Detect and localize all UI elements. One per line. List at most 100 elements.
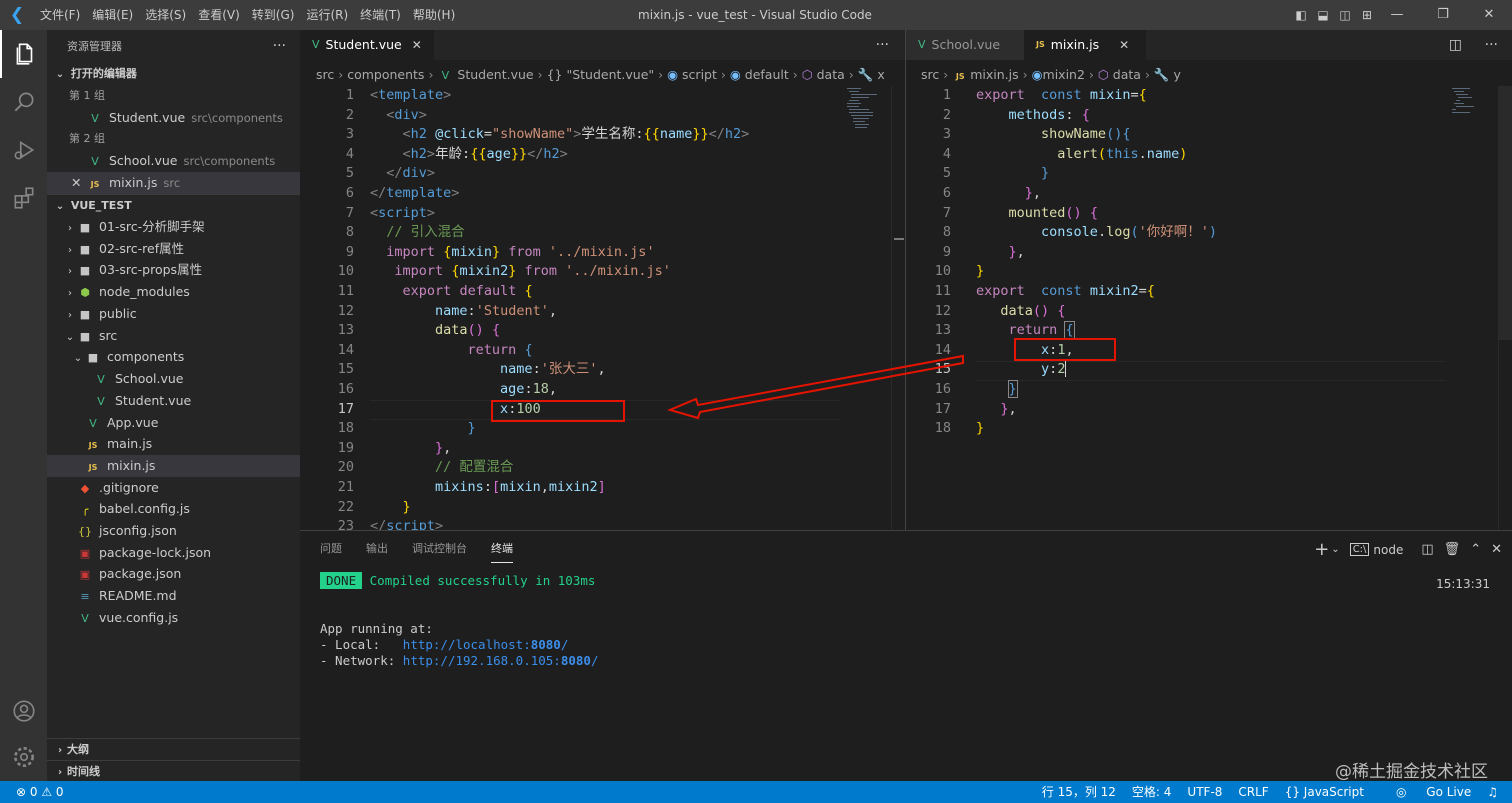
close-window-button[interactable]: ✕ [1466,0,1512,30]
breadcrumb-item[interactable]: mixin2 [1043,67,1085,82]
menu-terminal[interactable]: 终端(T) [354,0,407,30]
split-editor-icon[interactable]: ◫ [1449,30,1462,60]
menu-help[interactable]: 帮助(H) [407,0,461,30]
breadcrumb-item[interactable]: script [682,67,717,82]
right-code-area[interactable]: 1 export const mixin={ 2 methods: { 3 sho… [906,86,1446,530]
minimize-button[interactable]: — [1374,0,1420,30]
breadcrumb-item[interactable]: {} "Student.vue" [547,67,655,82]
tab-problems[interactable]: 问题 [320,539,342,563]
go-live-button[interactable]: ◎ Go Live [1380,781,1471,803]
tree-item-file[interactable]: V Student.vue [47,390,300,412]
tree-item-file[interactable]: ▣ package.json [47,563,300,585]
explorer-icon[interactable] [0,30,47,78]
tree-item-label: node_modules [99,284,190,299]
problems-status[interactable]: ⊗ 0 ⚠ 0 [16,781,64,803]
tree-item-file[interactable]: {} jsconfig.json [47,520,300,542]
tree-item-file[interactable]: ◆ .gitignore [47,477,300,499]
tree-item-folder-open[interactable]: ⌄ ■ components [47,346,300,368]
tree-item-file[interactable]: ╭ babel.config.js [47,498,300,520]
toggle-secondary-sidebar-icon[interactable]: ◫ [1334,8,1356,22]
menu-selection[interactable]: 选择(S) [139,0,192,30]
menu-go[interactable]: 转到(G) [246,0,301,30]
tree-item-folder[interactable]: › ⬢ node_modules [47,281,300,303]
account-icon[interactable] [0,687,47,735]
split-terminal-icon[interactable]: ◫ [1421,542,1433,557]
restore-button[interactable]: ❐ [1420,0,1466,30]
menu-run[interactable]: 运行(R) [300,0,354,30]
right-minimap[interactable] [1450,86,1496,146]
breadcrumb-item[interactable]: Student.vue [457,67,533,82]
breadcrumb-item[interactable]: components [347,67,424,82]
settings-gear-icon[interactable] [0,733,47,781]
close-tab-icon[interactable]: ✕ [412,30,422,60]
left-code-area[interactable]: 1 <template> 2 <div> 3 <h2 @click="showNa… [300,86,840,530]
line-ending[interactable]: CRLF [1238,781,1268,803]
terminal-output[interactable]: DONE Compiled successfully in 103ms App … [320,572,599,669]
more-actions-icon[interactable]: ··· [273,30,286,63]
breadcrumb-item[interactable]: mixin.js [970,67,1018,82]
menu-edit[interactable]: 编辑(E) [86,0,139,30]
breadcrumb-item[interactable]: src [316,67,334,82]
open-editor-mixin[interactable]: ✕ JS mixin.js src [47,172,300,194]
tree-item-file[interactable]: JS main.js [47,433,300,455]
more-actions-icon[interactable]: ··· [1485,30,1498,60]
toggle-panel-icon[interactable]: ⬓ [1312,8,1334,22]
cursor-position[interactable]: 行 15，列 12 [1042,781,1116,803]
tree-item-folder[interactable]: › ■ 01-src-分析脚手架 [47,216,300,238]
tree-item-folder[interactable]: › ■ public [47,303,300,325]
right-scrollbar[interactable] [1498,86,1512,530]
breadcrumb-item[interactable]: x [877,67,884,82]
encoding[interactable]: UTF-8 [1187,781,1222,803]
open-editor-school[interactable]: V School.vue src\components [47,150,300,172]
project-section[interactable]: ⌄ VUE_TEST [47,194,300,216]
menu-view[interactable]: 查看(V) [192,0,246,30]
tree-item-file[interactable]: ▣ package-lock.json [47,542,300,564]
left-scrollbar[interactable] [891,86,905,530]
local-url[interactable]: http://localhost:8080/ [403,637,569,652]
left-minimap[interactable] [845,86,891,146]
toggle-sidebar-icon[interactable]: ◧ [1290,8,1312,22]
outline-section[interactable]: › 大纲 [47,738,300,760]
terminal-name[interactable]: node [1373,543,1403,557]
maximize-panel-icon[interactable]: ⌃ [1470,542,1481,557]
tree-item-file-selected[interactable]: JS mixin.js [47,455,300,477]
tab-student-vue[interactable]: V Student.vue ✕ [300,30,434,60]
chevron-down-icon[interactable]: ⌄ [1331,544,1339,555]
tree-item-file[interactable]: Vvue.config.js [47,607,300,629]
breadcrumb-item[interactable]: data [1113,67,1141,82]
run-debug-icon[interactable] [0,126,47,174]
trash-icon[interactable]: 🗑 [1444,542,1461,557]
search-icon[interactable] [0,78,47,126]
menu-file[interactable]: 文件(F) [34,0,86,30]
tree-item-folder[interactable]: › ■ 02-src-ref属性 [47,238,300,260]
tab-school-vue[interactable]: V School.vue [906,30,1024,60]
more-actions-icon[interactable]: ··· [876,30,889,60]
tree-item-file[interactable]: V App.vue [47,412,300,434]
timeline-section[interactable]: › 时间线 [47,760,300,782]
tab-mixin-js[interactable]: JS mixin.js ✕ [1024,30,1146,60]
open-editor-student[interactable]: V Student.vue src\components [47,107,300,129]
tab-output[interactable]: 输出 [366,539,388,563]
close-panel-icon[interactable]: ✕ [1491,542,1502,557]
scroll-thumb[interactable] [1499,86,1512,340]
breadcrumb-item[interactable]: src [921,67,939,82]
tab-terminal[interactable]: 终端 [491,539,513,563]
open-editors-section[interactable]: ⌄ 打开的编辑器 [47,63,300,85]
network-url[interactable]: http://192.168.0.105:8080/ [403,653,599,668]
breadcrumb-item[interactable]: default [745,67,789,82]
extensions-icon[interactable] [0,174,47,222]
notifications-bell-icon[interactable]: ♫ [1487,781,1498,803]
close-editor-icon[interactable]: ✕ [71,172,87,194]
tree-item-folder-open[interactable]: ⌄ ■ src [47,325,300,347]
breadcrumb-item[interactable]: y [1173,67,1180,82]
tree-item-folder[interactable]: › ■ 03-src-props属性 [47,259,300,281]
tree-item-file[interactable]: ≡ README.md [47,585,300,607]
breadcrumb-item[interactable]: data [817,67,845,82]
indentation[interactable]: 空格: 4 [1132,781,1172,803]
breadcrumb: src › components › V Student.vue › {} "St… [316,64,885,86]
new-terminal-icon[interactable]: + [1314,539,1329,560]
language-mode[interactable]: {} JavaScript [1285,781,1364,803]
tree-item-file[interactable]: V School.vue [47,368,300,390]
tab-debug-console[interactable]: 调试控制台 [412,539,467,563]
close-tab-icon[interactable]: ✕ [1119,30,1129,60]
